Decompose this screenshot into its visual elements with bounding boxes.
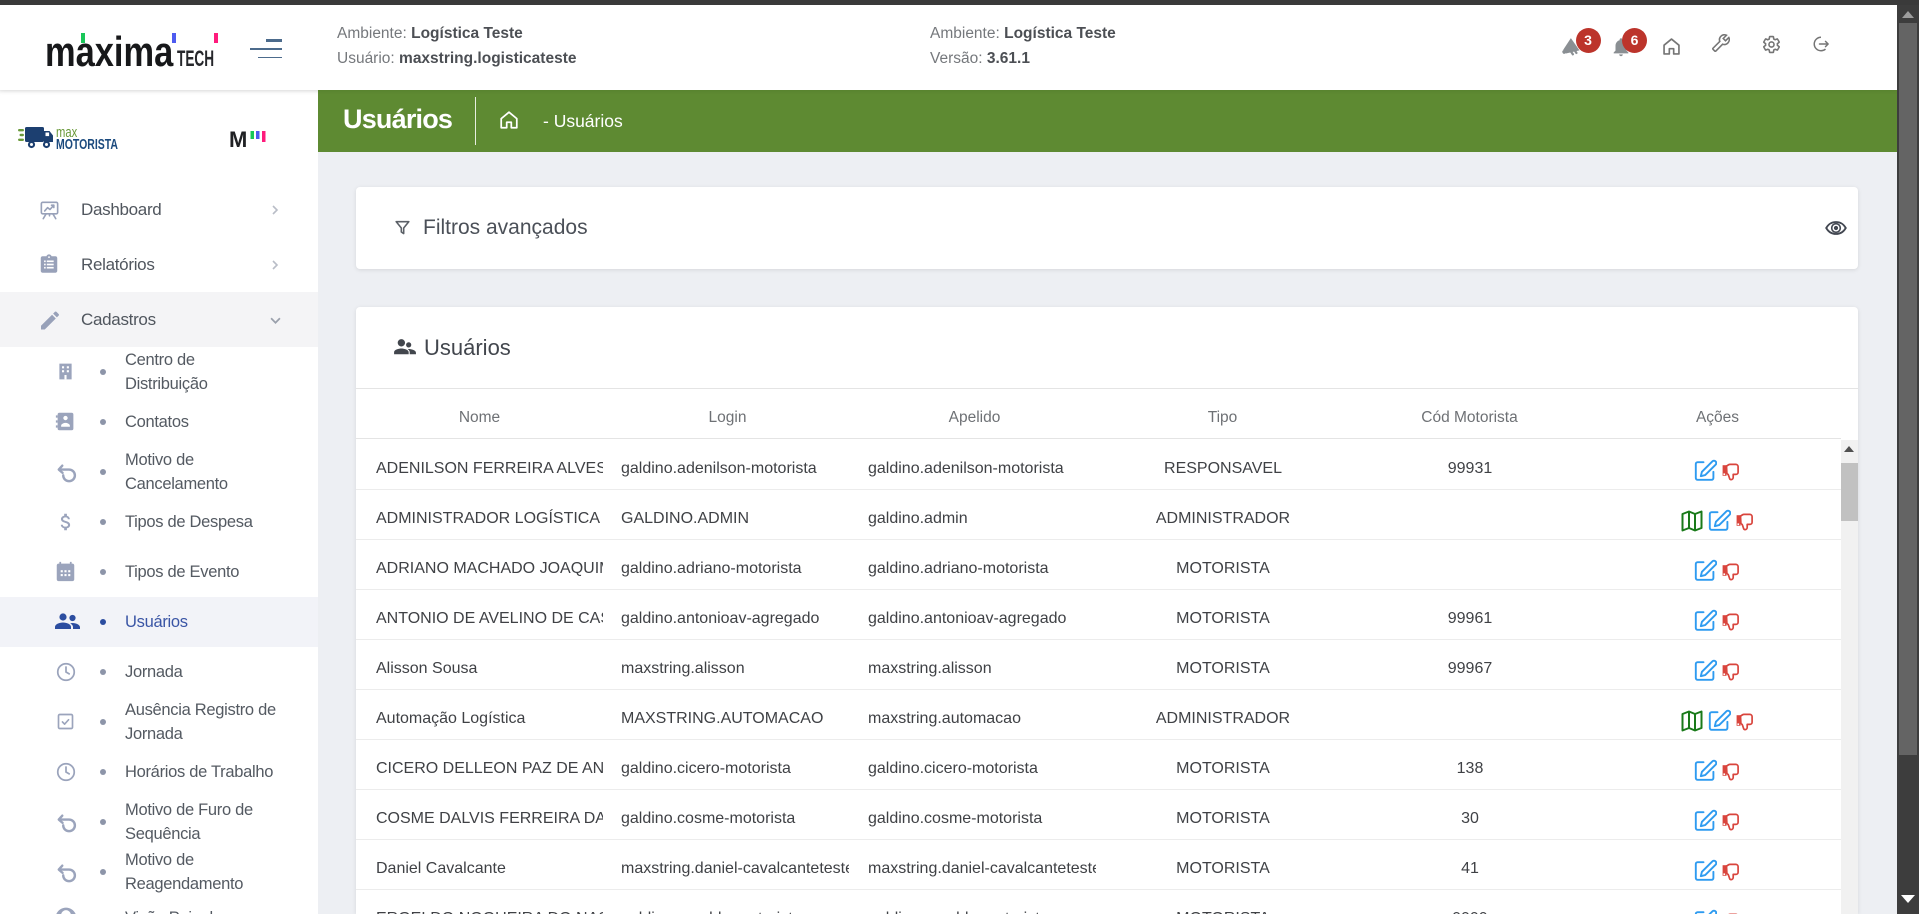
svg-text:maxima: maxima xyxy=(45,29,174,76)
svg-text:M: M xyxy=(229,127,247,150)
svg-text:MOTORISTA: MOTORISTA xyxy=(56,135,118,152)
svg-text:TECH: TECH xyxy=(177,46,214,71)
